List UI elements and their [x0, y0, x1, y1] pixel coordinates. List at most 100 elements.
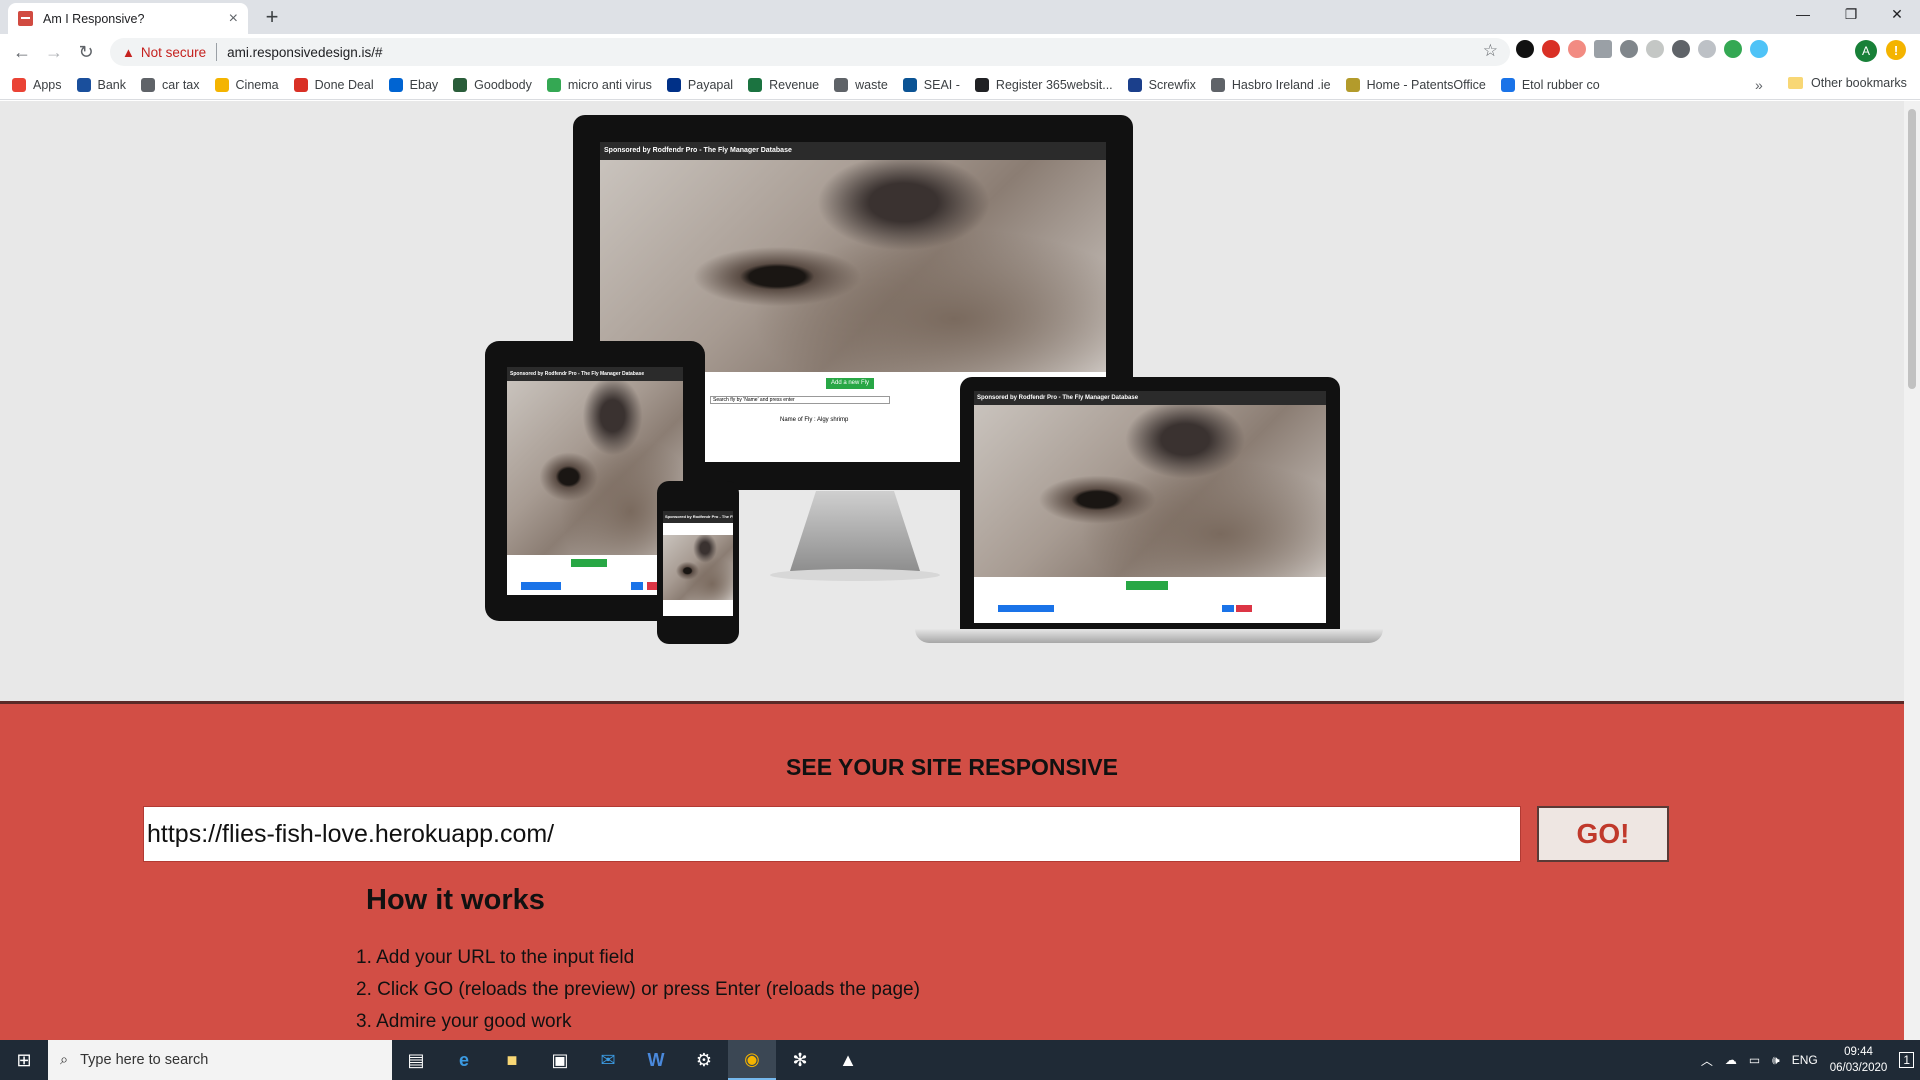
action-button — [998, 605, 1054, 612]
mail-icon[interactable]: ✉ — [584, 1040, 632, 1080]
photos-icon[interactable]: ▲ — [824, 1040, 872, 1080]
reload-button[interactable]: ↻ — [72, 38, 100, 66]
extension-icon[interactable] — [1516, 40, 1534, 58]
bookmark-icon — [974, 77, 989, 92]
clock[interactable]: 09:44 06/03/2020 — [1830, 1044, 1888, 1076]
extension-icon[interactable] — [1646, 40, 1664, 58]
windows-taskbar: ⊞ ⌕ Type here to search ▤ e ■ ▣ ✉ W ⚙ ◉ … — [0, 1040, 1920, 1080]
extension-icon[interactable] — [1620, 40, 1638, 58]
bookmark-label: Hasbro Ireland .ie — [1231, 77, 1331, 92]
bookmark-item[interactable]: Revenue — [748, 77, 820, 92]
chevron-up-icon[interactable]: ︿ — [1701, 1052, 1713, 1069]
bookmark-item[interactable]: Done Deal — [293, 77, 374, 92]
extension-icon[interactable] — [1568, 40, 1586, 58]
more-bookmarks-icon[interactable]: » — [1755, 77, 1763, 93]
phone-screen[interactable]: Sponsored by Rodfendr Pro - The Fly Mana… — [663, 511, 733, 616]
bookmark-item[interactable]: Etol rubber co — [1500, 77, 1600, 92]
extension-icon[interactable] — [1594, 40, 1612, 58]
bookmark-item[interactable]: Home - PatentsOffice — [1345, 77, 1486, 92]
bookmark-item[interactable]: Ebay — [388, 77, 438, 92]
bookmark-item[interactable]: SEAI - — [902, 77, 960, 92]
browser-menu-icon[interactable]: ! — [1886, 40, 1906, 60]
site-header: Sponsored by Rodfendr Pro - The Fly Mana… — [600, 142, 1106, 160]
close-tab-icon[interactable]: × — [229, 10, 238, 28]
other-bookmarks[interactable]: Other bookmarks — [1788, 76, 1907, 90]
bookmark-label: waste — [855, 77, 888, 92]
profile-avatar[interactable]: A — [1855, 40, 1877, 62]
extension-icon[interactable] — [1724, 40, 1742, 58]
how-it-works-heading: How it works — [366, 884, 545, 916]
bookmark-item[interactable]: Bank — [76, 77, 127, 92]
restore-button[interactable]: ❐ — [1828, 0, 1874, 28]
bookmark-label: Revenue — [769, 77, 820, 92]
bookmark-icon — [546, 77, 561, 92]
site-header: Sponsored by Rodfendr Pro - The Fly Mana… — [974, 391, 1326, 405]
delete-button — [1236, 605, 1252, 612]
edge-icon[interactable]: e — [440, 1040, 488, 1080]
steps-list: 1. Add your URL to the input field 2. Cl… — [356, 942, 920, 1038]
bookmark-label: Etol rubber co — [1521, 77, 1600, 92]
slack-icon[interactable]: ✻ — [776, 1040, 824, 1080]
bookmark-item[interactable]: Screwfix — [1127, 77, 1196, 92]
bookmark-label: Cinema — [235, 77, 279, 92]
fly-record: Name of Fly : Algy shrimp — [780, 417, 849, 423]
notification-icon[interactable]: 1 — [1899, 1052, 1914, 1068]
bookmark-item[interactable]: Cinema — [214, 77, 279, 92]
bookmark-icon — [1345, 77, 1360, 92]
new-tab-button[interactable]: + — [258, 3, 286, 31]
bookmark-item[interactable]: waste — [834, 77, 888, 92]
close-window-button[interactable]: ✕ — [1874, 0, 1920, 28]
url-section: SEE YOUR SITE RESPONSIVE GO! How it work… — [0, 701, 1904, 1040]
security-label[interactable]: Not secure — [141, 45, 206, 60]
bookmark-item[interactable]: micro anti virus — [546, 77, 652, 92]
back-button[interactable]: ← — [8, 38, 36, 66]
bookmark-icon — [453, 77, 468, 92]
extension-icon[interactable] — [1698, 40, 1716, 58]
minimize-button[interactable]: — — [1780, 0, 1826, 28]
task-view-icon[interactable]: ▤ — [392, 1040, 440, 1080]
bookmark-item[interactable]: Goodbody — [453, 77, 532, 92]
step-item: 1. Add your URL to the input field — [356, 947, 635, 968]
extension-icon[interactable] — [1750, 40, 1768, 58]
taskbar-search[interactable]: ⌕ Type here to search — [48, 1040, 392, 1080]
language-indicator[interactable]: ENG — [1792, 1053, 1818, 1067]
bookmark-star-icon[interactable]: ☆ — [1483, 41, 1498, 61]
bookmark-label: Home - PatentsOffice — [1366, 77, 1486, 92]
extension-icon[interactable] — [1542, 40, 1560, 58]
tab-title: Am I Responsive? — [43, 11, 145, 26]
browser-tab[interactable]: Am I Responsive? × — [8, 3, 248, 34]
settings-icon[interactable]: ⚙ — [680, 1040, 728, 1080]
forward-button[interactable]: → — [40, 38, 68, 66]
scroll-thumb[interactable] — [1908, 109, 1916, 389]
bookmark-icon — [388, 77, 403, 92]
bookmark-item[interactable]: Hasbro Ireland .ie — [1210, 77, 1331, 92]
bookmark-icon — [76, 77, 91, 92]
cloud-icon[interactable]: ☁ — [1725, 1053, 1737, 1067]
section-title: SEE YOUR SITE RESPONSIVE — [786, 754, 1118, 780]
bookmark-item[interactable]: Register 365websit... — [974, 77, 1113, 92]
laptop-screen[interactable]: Sponsored by Rodfendr Pro - The Fly Mana… — [974, 391, 1326, 623]
url-text[interactable]: ami.responsivedesign.is/# — [227, 45, 382, 60]
hero-image — [663, 535, 733, 600]
bookmark-label: Bank — [97, 77, 127, 92]
bookmark-item[interactable]: Apps — [12, 77, 62, 92]
volume-icon[interactable]: 🕪 — [1772, 1053, 1780, 1068]
bookmark-item[interactable]: Payapal — [666, 77, 733, 92]
windows-start-icon[interactable]: ⊞ — [0, 1040, 48, 1080]
url-input[interactable] — [143, 806, 1521, 862]
bookmark-icon — [1210, 77, 1225, 92]
browser-toolbar: ← → ↻ ▲ Not secure ami.responsivedesign.… — [0, 34, 1920, 70]
bookmark-label: Register 365websit... — [995, 77, 1113, 92]
word-icon[interactable]: W — [632, 1040, 680, 1080]
search-icon: ⌕ — [60, 1052, 69, 1068]
go-button[interactable]: GO! — [1537, 806, 1669, 862]
address-bar[interactable]: ▲ Not secure ami.responsivedesign.is/# ☆ — [110, 38, 1510, 66]
page-scrollbar[interactable] — [1904, 101, 1920, 1040]
file-explorer-icon[interactable]: ■ — [488, 1040, 536, 1080]
extension-icon[interactable] — [1672, 40, 1690, 58]
store-icon[interactable]: ▣ — [536, 1040, 584, 1080]
chrome-icon[interactable]: ◉ — [728, 1040, 776, 1080]
network-icon[interactable]: ▭ — [1749, 1053, 1760, 1067]
divider — [216, 43, 218, 61]
bookmark-item[interactable]: car tax — [141, 77, 200, 92]
